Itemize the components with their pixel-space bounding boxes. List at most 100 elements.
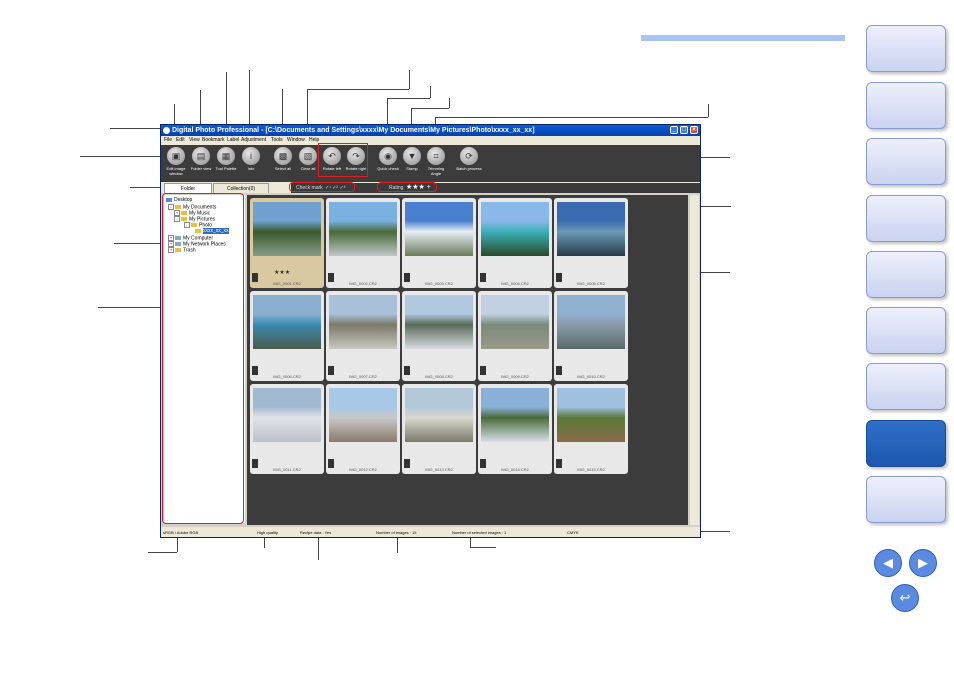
info-button[interactable]: i Info [238,147,264,171]
menu-view[interactable]: View [189,136,200,145]
leader-line [318,538,319,560]
thumbnail-filename: IMG_0011.CR2 [273,467,301,472]
thumbnail-cell[interactable]: IMG_0008.CR2 [402,291,476,381]
nav-tab-5[interactable] [866,251,946,298]
nav-tab-4[interactable] [866,195,946,242]
leader-line [177,538,178,552]
thumbnail-cell[interactable]: IMG_0007.CR2 [326,291,400,381]
menu-window[interactable]: Window [287,136,305,145]
thumbnail-cell[interactable]: IMG_0004.CR2 [478,198,552,288]
leader-line [435,117,708,118]
thumbnail-cell[interactable]: IMG_0012.CR2 [326,384,400,474]
thumbnail-image [405,295,473,349]
tool-palette-button[interactable]: ▦ Tool Palette [213,147,239,171]
thumbnail-image [405,388,473,442]
thumbnail-cell[interactable]: IMG_0011.CR2 [250,384,324,474]
menu-file[interactable]: File [164,136,172,145]
tab-folder[interactable]: Folder [164,183,212,193]
nav-tab-6[interactable] [866,307,946,354]
nav-tab-3[interactable] [866,138,946,185]
app-icon [163,127,170,134]
status-recipe: Recipe data : Yes [300,530,332,535]
trimming-icon: ⌗ [427,147,445,165]
vertical-scrollbar[interactable] [690,195,699,525]
close-icon[interactable]: × [690,126,698,134]
thumbnail-image [253,388,321,442]
trimming-angle-button[interactable]: ⌗ Trimming Angle [423,147,449,176]
thumbnail-filename: IMG_0009.CR2 [501,374,529,379]
thumbnail-cell[interactable]: ★★★ IMG_0001.CR2 [250,198,324,288]
thumbnail-image [557,295,625,349]
previous-page-button[interactable]: ◀ [874,549,902,577]
nav-tab-9[interactable] [866,476,946,523]
nav-tab-7[interactable] [866,363,946,410]
thumbnail-cell[interactable]: IMG_0013.CR2 [402,384,476,474]
thumbnail-image [557,388,625,442]
clear-all-icon: ▧ [299,147,317,165]
edit-image-window-button[interactable]: ▣ Edit image window [163,147,189,176]
rotate-buttons-highlight [318,143,368,177]
batch-process-button[interactable]: ⟳ Batch process [456,147,482,171]
thumbnail-image [329,295,397,349]
leader-line [307,89,409,90]
leader-line [130,187,162,188]
select-all-button[interactable]: ▩ Select all [270,147,296,171]
nav-tab-2[interactable] [866,82,946,129]
leader-line [411,108,449,109]
folder-view-icon: ▤ [192,147,210,165]
rating-highlight [377,182,437,192]
thumbnail-cell[interactable]: IMG_0002.CR2 [326,198,400,288]
menu-label[interactable]: Label [227,136,239,145]
thumbnail-cell[interactable]: IMG_0009.CR2 [478,291,552,381]
next-page-button[interactable]: ▶ [909,549,937,577]
thumbnail-filename: IMG_0012.CR2 [349,467,377,472]
info-icon: i [242,147,260,165]
thumbnail-filename: IMG_0006.CR2 [273,374,301,379]
thumbnail-cell[interactable]: IMG_0003.CR2 [402,198,476,288]
nav-tab-8-active[interactable] [866,420,946,467]
leader-line [449,98,450,108]
thumbnail-filename: IMG_0015.CR2 [577,467,605,472]
thumbnail-cell[interactable]: IMG_0014.CR2 [478,384,552,474]
stamp-button[interactable]: ▼ Stamp [399,147,425,171]
menu-edit[interactable]: Edit [176,136,185,145]
nav-tab-1[interactable] [866,25,946,72]
thumbnail-image [253,295,321,349]
maximize-icon[interactable]: □ [680,126,688,134]
leader-line [708,104,709,117]
menu-tools[interactable]: Tools [271,136,283,145]
thumbnail-filename: IMG_0005.CR2 [577,281,605,286]
minimize-icon[interactable]: _ [670,126,678,134]
status-number-of-images: Number of images : 15 [376,530,417,535]
arrow-left-icon: ◀ [883,555,893,570]
thumbnail-cell[interactable]: IMG_0005.CR2 [554,198,628,288]
select-all-icon: ▩ [274,147,292,165]
thumbnail-image [481,388,549,442]
leader-line [80,156,162,157]
quick-check-button[interactable]: ◉ Quick check [375,147,401,171]
thumbnail-cell[interactable]: IMG_0015.CR2 [554,384,628,474]
thumbnail-filename: IMG_0010.CR2 [577,374,605,379]
thumbnail-grid: ★★★ IMG_0001.CR2 IMG_0002.CR2 IMG_0003.CR2 I… [247,195,688,525]
folder-view-button[interactable]: ▤ Folder view [188,147,214,171]
leader-line [387,98,430,99]
status-selected-images: Number of selected images : 1 [452,530,507,535]
menu-bookmark[interactable]: Bookmark [202,136,225,145]
return-button[interactable]: ↩ [891,584,919,612]
tab-collection[interactable]: Collection(0) [213,183,269,193]
thumbnail-cell[interactable]: IMG_0010.CR2 [554,291,628,381]
thumbnail-filename: IMG_0014.CR2 [501,467,529,472]
leader-line [148,552,177,553]
thumbnail-filename: IMG_0013.CR2 [425,467,453,472]
leader-line [430,86,431,98]
toolbar: ▣ Edit image window ▤ Folder view ▦ Tool Pa… [161,145,700,182]
thumbnail-filename: IMG_0003.CR2 [425,281,453,286]
thumbnail-filename: IMG_0001.CR2 [273,281,301,286]
rating-stars: ★★★ [274,270,291,276]
thumbnail-filename: IMG_0008.CR2 [425,374,453,379]
menu-adjustment[interactable]: Adjustment [241,136,266,145]
edit-image-icon: ▣ [167,147,185,165]
tool-palette-icon: ▦ [217,147,235,165]
thumbnail-cell[interactable]: IMG_0006.CR2 [250,291,324,381]
leader-line [397,538,398,553]
